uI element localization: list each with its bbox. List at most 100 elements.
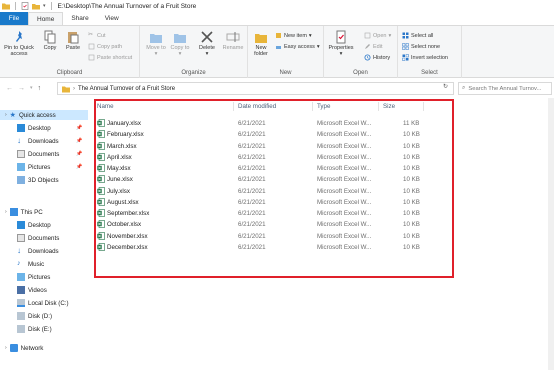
tab-home[interactable]: Home [28, 12, 64, 25]
column-divider[interactable] [378, 102, 379, 111]
recent-locations-icon[interactable]: ▾ [30, 85, 33, 92]
expand-chevron-icon[interactable]: › [5, 345, 7, 351]
select-none-button[interactable]: Select none [402, 43, 440, 50]
nav-item-pc-documents[interactable]: Documents [17, 234, 59, 242]
date-modified-cell: 6/21/2021 [238, 187, 266, 195]
nav-this-pc-label: This PC [20, 208, 43, 216]
table-row[interactable]: July.xlsx 6/21/2021 Microsoft Excel W... 10… [95, 186, 451, 197]
nav-item-3d-objects[interactable]: 3D Objects [17, 176, 59, 184]
nav-quick-access[interactable]: › ★ Quick access [0, 110, 88, 120]
column-header-size[interactable]: Size [383, 103, 395, 110]
nav-item-local-disk-c[interactable]: Local Disk (C:) [17, 299, 69, 307]
table-row[interactable]: May.xlsx 6/21/2021 Microsoft Excel W... 10 … [95, 163, 451, 174]
nav-item-disk-d[interactable]: Disk (D:) [17, 312, 52, 320]
table-row[interactable]: January.xlsx 6/21/2021 Microsoft Excel W..… [95, 118, 451, 129]
column-header-type[interactable]: Type [317, 103, 330, 110]
pin-icon[interactable]: 📌 [76, 138, 82, 144]
easy-access-button[interactable]: Easy access ▾ [275, 43, 320, 50]
nav-this-pc[interactable]: › This PC [5, 208, 43, 216]
date-modified-cell: 6/21/2021 [238, 176, 266, 184]
nav-item-disk-e[interactable]: Disk (E:) [17, 325, 52, 333]
table-row[interactable]: August.xlsx 6/21/2021 Microsoft Excel W...… [95, 197, 451, 208]
properties-icon[interactable] [21, 2, 29, 10]
new-folder-icon[interactable] [32, 2, 40, 10]
open-icon [364, 32, 371, 39]
date-modified-cell: 6/21/2021 [238, 210, 266, 217]
column-header-name[interactable]: Name [97, 103, 114, 110]
tab-file[interactable]: File [0, 12, 28, 25]
copy-button[interactable]: Copy [39, 30, 61, 51]
chevron-down-icon: ▾ [316, 43, 320, 50]
delete-button[interactable]: Delete ▾ [195, 30, 219, 57]
nav-item-documents[interactable]: Documents [17, 150, 59, 158]
expand-chevron-icon[interactable]: › [5, 112, 7, 118]
pin-icon [16, 31, 22, 42]
window-title: E:\Desktop\The Annual Turnover of a Frui… [57, 2, 197, 10]
chevron-down-icon: ▾ [339, 51, 343, 57]
column-divider[interactable] [423, 102, 424, 111]
back-arrow-icon[interactable]: ← [6, 85, 13, 92]
tab-view[interactable]: View [97, 12, 127, 25]
chevron-down-icon: ▾ [154, 51, 158, 57]
table-row[interactable]: April.xlsx 6/21/2021 Microsoft Excel W... 1… [95, 152, 451, 163]
copy-path-button[interactable]: Copy path [88, 43, 122, 50]
move-to-button[interactable]: Move to ▾ [144, 30, 168, 57]
pin-icon[interactable]: 📌 [76, 125, 82, 131]
search-box[interactable]: ⌕ Search The Annual Turnov... [458, 82, 552, 95]
edit-button[interactable]: Edit [364, 43, 382, 50]
select-group: Select all Select none Invert selection … [398, 26, 462, 78]
file-name-cell: January.xlsx [107, 120, 141, 127]
table-row[interactable]: November.xlsx 6/21/2021 Microsoft Excel W.… [95, 231, 451, 242]
table-row[interactable]: September.xlsx 6/21/2021 Microsoft Excel W… [95, 208, 451, 219]
address-bar[interactable]: › The Annual Turnover of a Fruit Store [57, 82, 454, 95]
table-row[interactable]: March.xlsx 6/21/2021 Microsoft Excel W... 1… [95, 141, 451, 152]
tab-share[interactable]: Share [63, 12, 96, 25]
up-arrow-icon[interactable]: ↑ [38, 85, 42, 92]
select-none-label: Select none [411, 43, 441, 50]
vertical-scrollbar[interactable] [548, 98, 554, 370]
nav-item-pictures[interactable]: Pictures [17, 163, 50, 171]
column-divider[interactable] [233, 102, 234, 111]
properties-button[interactable]: Properties ▾ [326, 30, 356, 57]
column-divider[interactable] [312, 102, 313, 111]
pin-to-quick-access-button[interactable]: Pin to Quick access [2, 30, 36, 57]
nav-item-desktop[interactable]: Desktop [17, 124, 51, 132]
qat-dropdown-icon[interactable]: ▾ [43, 3, 46, 9]
forward-arrow-icon[interactable]: → [18, 85, 25, 92]
column-header-date[interactable]: Date modified [238, 103, 276, 110]
nav-item-videos[interactable]: Videos [17, 286, 47, 294]
open-button[interactable]: Open ▾ [364, 32, 391, 39]
select-all-button[interactable]: Select all [402, 32, 433, 39]
copy-label: Copy [43, 45, 57, 51]
pin-icon[interactable]: 📌 [76, 164, 82, 170]
new-item-button[interactable]: New item ▾ [275, 32, 312, 39]
rename-button[interactable]: Rename [220, 30, 246, 51]
paste-shortcut-button[interactable]: Paste shortcut [88, 54, 132, 61]
organize-group-label: Organize [181, 70, 206, 76]
pin-icon[interactable]: 📌 [76, 151, 82, 157]
expand-chevron-icon[interactable]: › [5, 209, 7, 215]
new-folder-button[interactable]: New folder [250, 30, 272, 57]
table-row[interactable]: February.xlsx 6/21/2021 Microsoft Excel W.… [95, 129, 451, 140]
cut-label: Cut [97, 32, 106, 39]
table-row[interactable]: December.xlsx 6/21/2021 Microsoft Excel W.… [95, 242, 451, 253]
file-type-cell: Microsoft Excel W... [317, 187, 372, 195]
table-row[interactable]: June.xlsx 6/21/2021 Microsoft Excel W... 10… [95, 174, 451, 185]
nav-item-downloads[interactable]: ↓ Downloads [17, 137, 59, 145]
refresh-icon[interactable]: ↻ [443, 83, 448, 90]
table-row[interactable]: October.xlsx 6/21/2021 Microsoft Excel W..… [95, 219, 451, 230]
date-modified-cell: 6/21/2021 [238, 221, 266, 229]
nav-item-label: Documents [28, 150, 60, 158]
nav-item-music[interactable]: ♪ Music [17, 260, 44, 268]
breadcrumb-path[interactable]: The Annual Turnover of a Fruit Store [78, 86, 175, 92]
paste-button[interactable]: Paste [62, 30, 84, 51]
history-button[interactable]: History [364, 54, 390, 61]
nav-item-pc-desktop[interactable]: Desktop [17, 221, 51, 229]
copy-to-button[interactable]: Copy to ▾ [168, 30, 192, 57]
nav-item-pc-downloads[interactable]: ↓ Downloads [17, 247, 59, 255]
paste-shortcut-label: Paste shortcut [97, 54, 133, 61]
invert-selection-button[interactable]: Invert selection [402, 54, 448, 61]
nav-item-pc-pictures[interactable]: Pictures [17, 273, 50, 281]
nav-network[interactable]: › Network [5, 344, 43, 352]
cut-button[interactable]: ✂ Cut [88, 32, 106, 39]
